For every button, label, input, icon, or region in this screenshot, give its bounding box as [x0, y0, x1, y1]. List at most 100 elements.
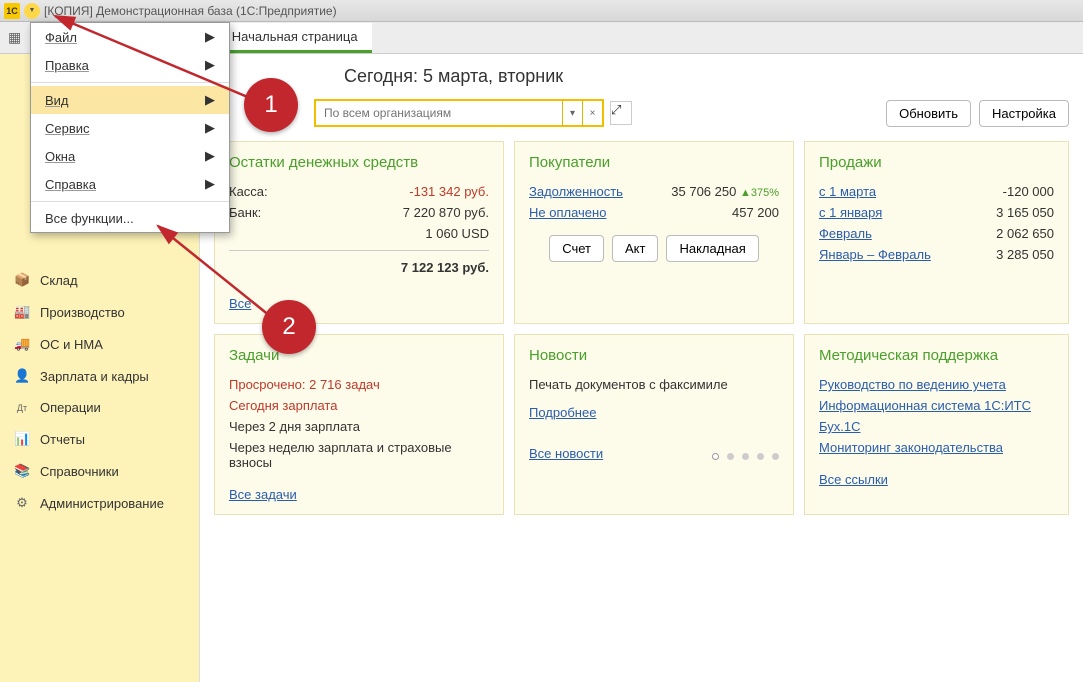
tasks-overdue: Просрочено: 2 716 задач — [229, 374, 489, 395]
all-links-link[interactable]: Все ссылки — [819, 472, 888, 487]
nakladnaya-button[interactable]: Накладная — [666, 235, 758, 262]
menu-item-all-functions[interactable]: Все функции... — [31, 205, 229, 232]
factory-icon: 🏭 — [14, 304, 30, 320]
sales-link-4[interactable]: Январь – Февраль — [819, 247, 931, 262]
sidebar-label: Производство — [40, 305, 125, 320]
content-area: Сегодня: 5 марта, вторник ▾ × ⤢ Обновить… — [200, 54, 1083, 682]
card-title: Продажи — [819, 154, 1054, 171]
sidebar-label: Зарплата и кадры — [40, 369, 149, 384]
window-titlebar: 1С [КОПИЯ] Демонстрационная база (1С:Пре… — [0, 0, 1083, 22]
menu-item-view[interactable]: Вид▶ — [31, 86, 229, 114]
debt-delta: ▲375% — [740, 187, 779, 199]
chevron-right-icon: ▶ — [205, 92, 215, 108]
card-title: Методическая поддержка — [819, 347, 1054, 364]
chart-icon: 📊 — [14, 431, 30, 447]
sidebar-item-stock[interactable]: 📦 Склад — [0, 264, 199, 296]
sales-link-3[interactable]: Февраль — [819, 226, 872, 241]
all-tasks-link[interactable]: Все задачи — [229, 487, 297, 502]
gear-icon: ⚙ — [14, 495, 30, 511]
org-input[interactable] — [316, 106, 562, 120]
sales-link-1[interactable]: с 1 марта — [819, 184, 876, 199]
main-menu-dropdown: Файл▶ Правка▶ Вид▶ Сервис▶ Окна▶ Справка… — [30, 22, 230, 233]
act-button[interactable]: Акт — [612, 235, 658, 262]
box-icon: 📦 — [14, 272, 30, 288]
dropdown-icon[interactable]: ▾ — [562, 100, 582, 126]
card-title: Задачи — [229, 347, 489, 364]
kassa-label: Касса: — [229, 184, 268, 199]
news-more-link[interactable]: Подробнее — [529, 405, 596, 420]
window-title: [КОПИЯ] Демонстрационная база (1С:Предпр… — [44, 4, 337, 18]
sidebar-label: Справочники — [40, 464, 119, 479]
total-value: 7 122 123 руб. — [401, 260, 489, 275]
truck-icon: 🚚 — [14, 336, 30, 352]
sidebar-label: ОС и НМА — [40, 337, 103, 352]
annotation-bubble-2: 2 — [262, 300, 316, 354]
buyers-card: Покупатели Задолженность 35 706 250 ▲375%… — [514, 141, 794, 324]
refresh-button[interactable]: Обновить — [886, 100, 971, 127]
debt-link[interactable]: Задолженность — [529, 184, 623, 199]
sidebar-item-operations[interactable]: ДтОперации — [0, 392, 199, 423]
support-link-3[interactable]: Бух.1С — [819, 419, 860, 434]
sections-icon[interactable]: ▦ — [8, 29, 21, 46]
org-selector[interactable]: ▾ × — [314, 99, 604, 127]
tasks-in2days: Через 2 дня зарплата — [229, 416, 489, 437]
chevron-right-icon: ▶ — [205, 176, 215, 192]
cash-card: Остатки денежных средств Касса: -131 342 … — [214, 141, 504, 324]
sidebar-item-reports[interactable]: 📊 Отчеты — [0, 423, 199, 455]
sales-val-4: 3 285 050 — [996, 247, 1054, 262]
sales-val-3: 2 062 650 — [996, 226, 1054, 241]
news-pagination-dots[interactable] — [712, 453, 779, 460]
menu-item-service[interactable]: Сервис▶ — [31, 114, 229, 142]
sidebar-label: Администрирование — [40, 496, 164, 511]
menu-item-windows[interactable]: Окна▶ — [31, 142, 229, 170]
unpaid-link[interactable]: Не оплачено — [529, 205, 606, 220]
chevron-right-icon: ▶ — [205, 148, 215, 164]
unpaid-value: 457 200 — [732, 205, 779, 220]
card-title: Новости — [529, 347, 779, 364]
news-card: Новости Печать документов с факсимиле По… — [514, 334, 794, 515]
chevron-right-icon: ▶ — [205, 57, 215, 73]
sidebar-label: Операции — [40, 400, 101, 415]
support-link-4[interactable]: Мониторинг законодательства — [819, 440, 1003, 455]
support-link-1[interactable]: Руководство по ведению учета — [819, 377, 1006, 392]
bank-value: 7 220 870 руб. — [403, 205, 489, 220]
clear-icon[interactable]: × — [582, 100, 602, 126]
sidebar-item-production[interactable]: 🏭 Производство — [0, 296, 199, 328]
sidebar-item-dictionaries[interactable]: 📚 Справочники — [0, 455, 199, 487]
kassa-value: -131 342 руб. — [409, 184, 489, 199]
settings-button[interactable]: Настройка — [979, 100, 1069, 127]
debt-value: 35 706 250 — [671, 184, 736, 199]
sidebar-item-salary[interactable]: 👤Зарплата и кадры — [0, 360, 199, 392]
sidebar-item-admin[interactable]: ⚙ Администрирование — [0, 487, 199, 519]
support-card: Методическая поддержка Руководство по ве… — [804, 334, 1069, 515]
app-icon: 1С — [4, 3, 20, 19]
sidebar-label: Отчеты — [40, 432, 85, 447]
expand-icon[interactable]: ⤢ — [610, 101, 632, 125]
today-heading: Сегодня: 5 марта, вторник — [344, 66, 563, 87]
tasks-today: Сегодня зарплата — [229, 395, 489, 416]
annotation-bubble-1: 1 — [244, 78, 298, 132]
usd-value: 1 060 USD — [425, 226, 489, 241]
sales-link-2[interactable]: с 1 января — [819, 205, 882, 220]
chevron-right-icon: ▶ — [205, 120, 215, 136]
sales-card: Продажи с 1 марта -120 000 с 1 января 3 16… — [804, 141, 1069, 324]
card-title: Покупатели — [529, 154, 779, 171]
card-title: Остатки денежных средств — [229, 154, 489, 171]
menu-item-help[interactable]: Справка▶ — [31, 170, 229, 198]
sidebar-label: Склад — [40, 273, 78, 288]
tasks-card: Задачи Просрочено: 2 716 задач Сегодня з… — [214, 334, 504, 515]
sales-val-1: -120 000 — [1003, 184, 1054, 199]
invoice-button[interactable]: Счет — [549, 235, 604, 262]
tab-start-page[interactable]: Начальная страница — [218, 23, 372, 53]
chevron-right-icon: ▶ — [205, 29, 215, 45]
all-cash-link[interactable]: Все — [229, 296, 251, 311]
title-dropdown-icon[interactable] — [24, 3, 40, 19]
menu-item-file[interactable]: Файл▶ — [31, 23, 229, 51]
bank-label: Банк: — [229, 205, 261, 220]
sidebar-item-os-nma[interactable]: 🚚 ОС и НМА — [0, 328, 199, 360]
menu-item-edit[interactable]: Правка▶ — [31, 51, 229, 79]
all-news-link[interactable]: Все новости — [529, 446, 603, 461]
books-icon: 📚 — [14, 463, 30, 479]
sales-val-2: 3 165 050 — [996, 205, 1054, 220]
support-link-2[interactable]: Информационная система 1С:ИТС — [819, 398, 1031, 413]
